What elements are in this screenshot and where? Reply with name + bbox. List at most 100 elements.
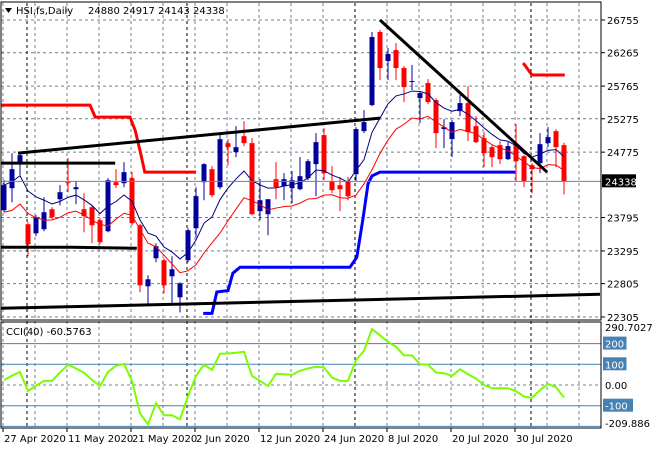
candle[interactable]: [89, 205, 95, 244]
y-tick-label: 25765: [607, 82, 639, 93]
candle[interactable]: [377, 30, 383, 81]
candle-body: [465, 103, 471, 133]
candle-body: [321, 135, 327, 174]
candle[interactable]: [249, 138, 255, 216]
candle-body: [345, 181, 351, 197]
y-tick-label: 25275: [607, 115, 639, 126]
candle-body: [9, 169, 15, 189]
cci-max-label: 290.7027: [605, 323, 653, 334]
candle-body: [201, 164, 207, 183]
candle[interactable]: [313, 133, 319, 197]
candle[interactable]: [129, 172, 135, 226]
candle-body: [233, 147, 239, 153]
candle[interactable]: [161, 258, 167, 294]
candle-body: [329, 181, 335, 191]
candle[interactable]: [393, 43, 399, 81]
candle-body: [265, 199, 271, 215]
candle[interactable]: [289, 171, 295, 204]
candle[interactable]: [337, 177, 343, 212]
falling-resistance-trendline[interactable]: [378, 18, 549, 174]
x-tick-label: 11 May 2020: [68, 434, 133, 445]
candle-body: [225, 143, 231, 148]
x-tick-label: 24 Jun 2020: [324, 434, 384, 445]
candle[interactable]: [145, 275, 151, 306]
symbol-label: HSI,fs,Daily: [16, 6, 73, 17]
main-plot[interactable]: [0, 18, 601, 315]
candle-body: [553, 131, 559, 148]
candle[interactable]: [113, 169, 119, 189]
candle[interactable]: [561, 142, 567, 195]
candle[interactable]: [425, 79, 431, 105]
candle-body: [217, 139, 223, 188]
candle[interactable]: [521, 155, 527, 188]
candle[interactable]: [345, 177, 351, 201]
collapse-triangle-icon[interactable]: [5, 8, 12, 13]
candle-body: [369, 37, 375, 106]
candle[interactable]: [97, 218, 103, 245]
candle[interactable]: [137, 223, 143, 293]
stop-upper-2-line: [521, 62, 565, 77]
candle-body: [433, 100, 439, 134]
ohlc-label: 24880 24917 24143 24338: [88, 6, 225, 17]
candle-body: [545, 137, 551, 144]
candle[interactable]: [489, 145, 495, 168]
candle-body: [1, 185, 7, 211]
candle-body: [561, 145, 567, 182]
candle-body: [313, 142, 319, 165]
candle-body: [385, 54, 391, 62]
candle-body: [361, 122, 367, 132]
candle-body: [41, 212, 47, 230]
candle-body: [145, 279, 151, 287]
candle-body: [489, 147, 495, 158]
candle[interactable]: [41, 197, 47, 232]
candle-body: [337, 185, 343, 190]
candle[interactable]: [217, 133, 223, 190]
candle[interactable]: [273, 162, 279, 200]
candle-body: [25, 224, 31, 245]
cci-level-label: -100: [605, 402, 628, 413]
y-tick-label: 23795: [607, 214, 639, 225]
candle[interactable]: [185, 228, 191, 263]
candle-body: [505, 146, 511, 160]
candle-body: [425, 83, 431, 103]
candle[interactable]: [441, 119, 447, 149]
candle[interactable]: [481, 132, 487, 168]
candle[interactable]: [73, 181, 79, 205]
candle[interactable]: [369, 32, 375, 107]
candle[interactable]: [321, 128, 327, 181]
cci-level-label: 100: [605, 360, 624, 371]
candle[interactable]: [297, 157, 303, 191]
candle[interactable]: [553, 129, 559, 168]
candle-body: [241, 136, 247, 144]
candle-body: [161, 260, 167, 286]
x-tick-label: 27 Apr 2020: [4, 434, 66, 445]
cci-min-label: -209.886: [605, 419, 650, 430]
candle[interactable]: [121, 162, 127, 188]
cci-label: CCI(40) -60.5763: [6, 327, 92, 338]
y-tick-label: 23295: [607, 247, 639, 258]
candle-body: [33, 217, 39, 234]
candle[interactable]: [361, 110, 367, 134]
y-tick-label: 24775: [607, 148, 639, 159]
y-tick-label: 26755: [607, 16, 639, 27]
horizontal-support-trendline[interactable]: [0, 245, 137, 250]
candle[interactable]: [545, 127, 551, 148]
candle-body: [409, 81, 415, 83]
candle[interactable]: [329, 166, 335, 194]
candle[interactable]: [497, 141, 503, 165]
price-chart[interactable]: 26755 26265 25765 25275 24775 23795 23295 22805…: [0, 0, 660, 450]
candle-body: [169, 269, 175, 277]
rising-support-trendline[interactable]: [0, 292, 601, 310]
candle[interactable]: [193, 187, 199, 238]
candle[interactable]: [401, 66, 407, 103]
candle[interactable]: [241, 121, 247, 147]
x-tick-label: 8 Jul 2020: [388, 434, 438, 445]
candle-body: [65, 182, 71, 184]
candle[interactable]: [449, 120, 455, 158]
candle[interactable]: [457, 95, 463, 117]
cci-plot[interactable]: [1, 327, 601, 427]
candle[interactable]: [177, 282, 183, 313]
candle[interactable]: [9, 153, 15, 203]
candle-body: [89, 207, 95, 226]
candle[interactable]: [305, 159, 311, 181]
